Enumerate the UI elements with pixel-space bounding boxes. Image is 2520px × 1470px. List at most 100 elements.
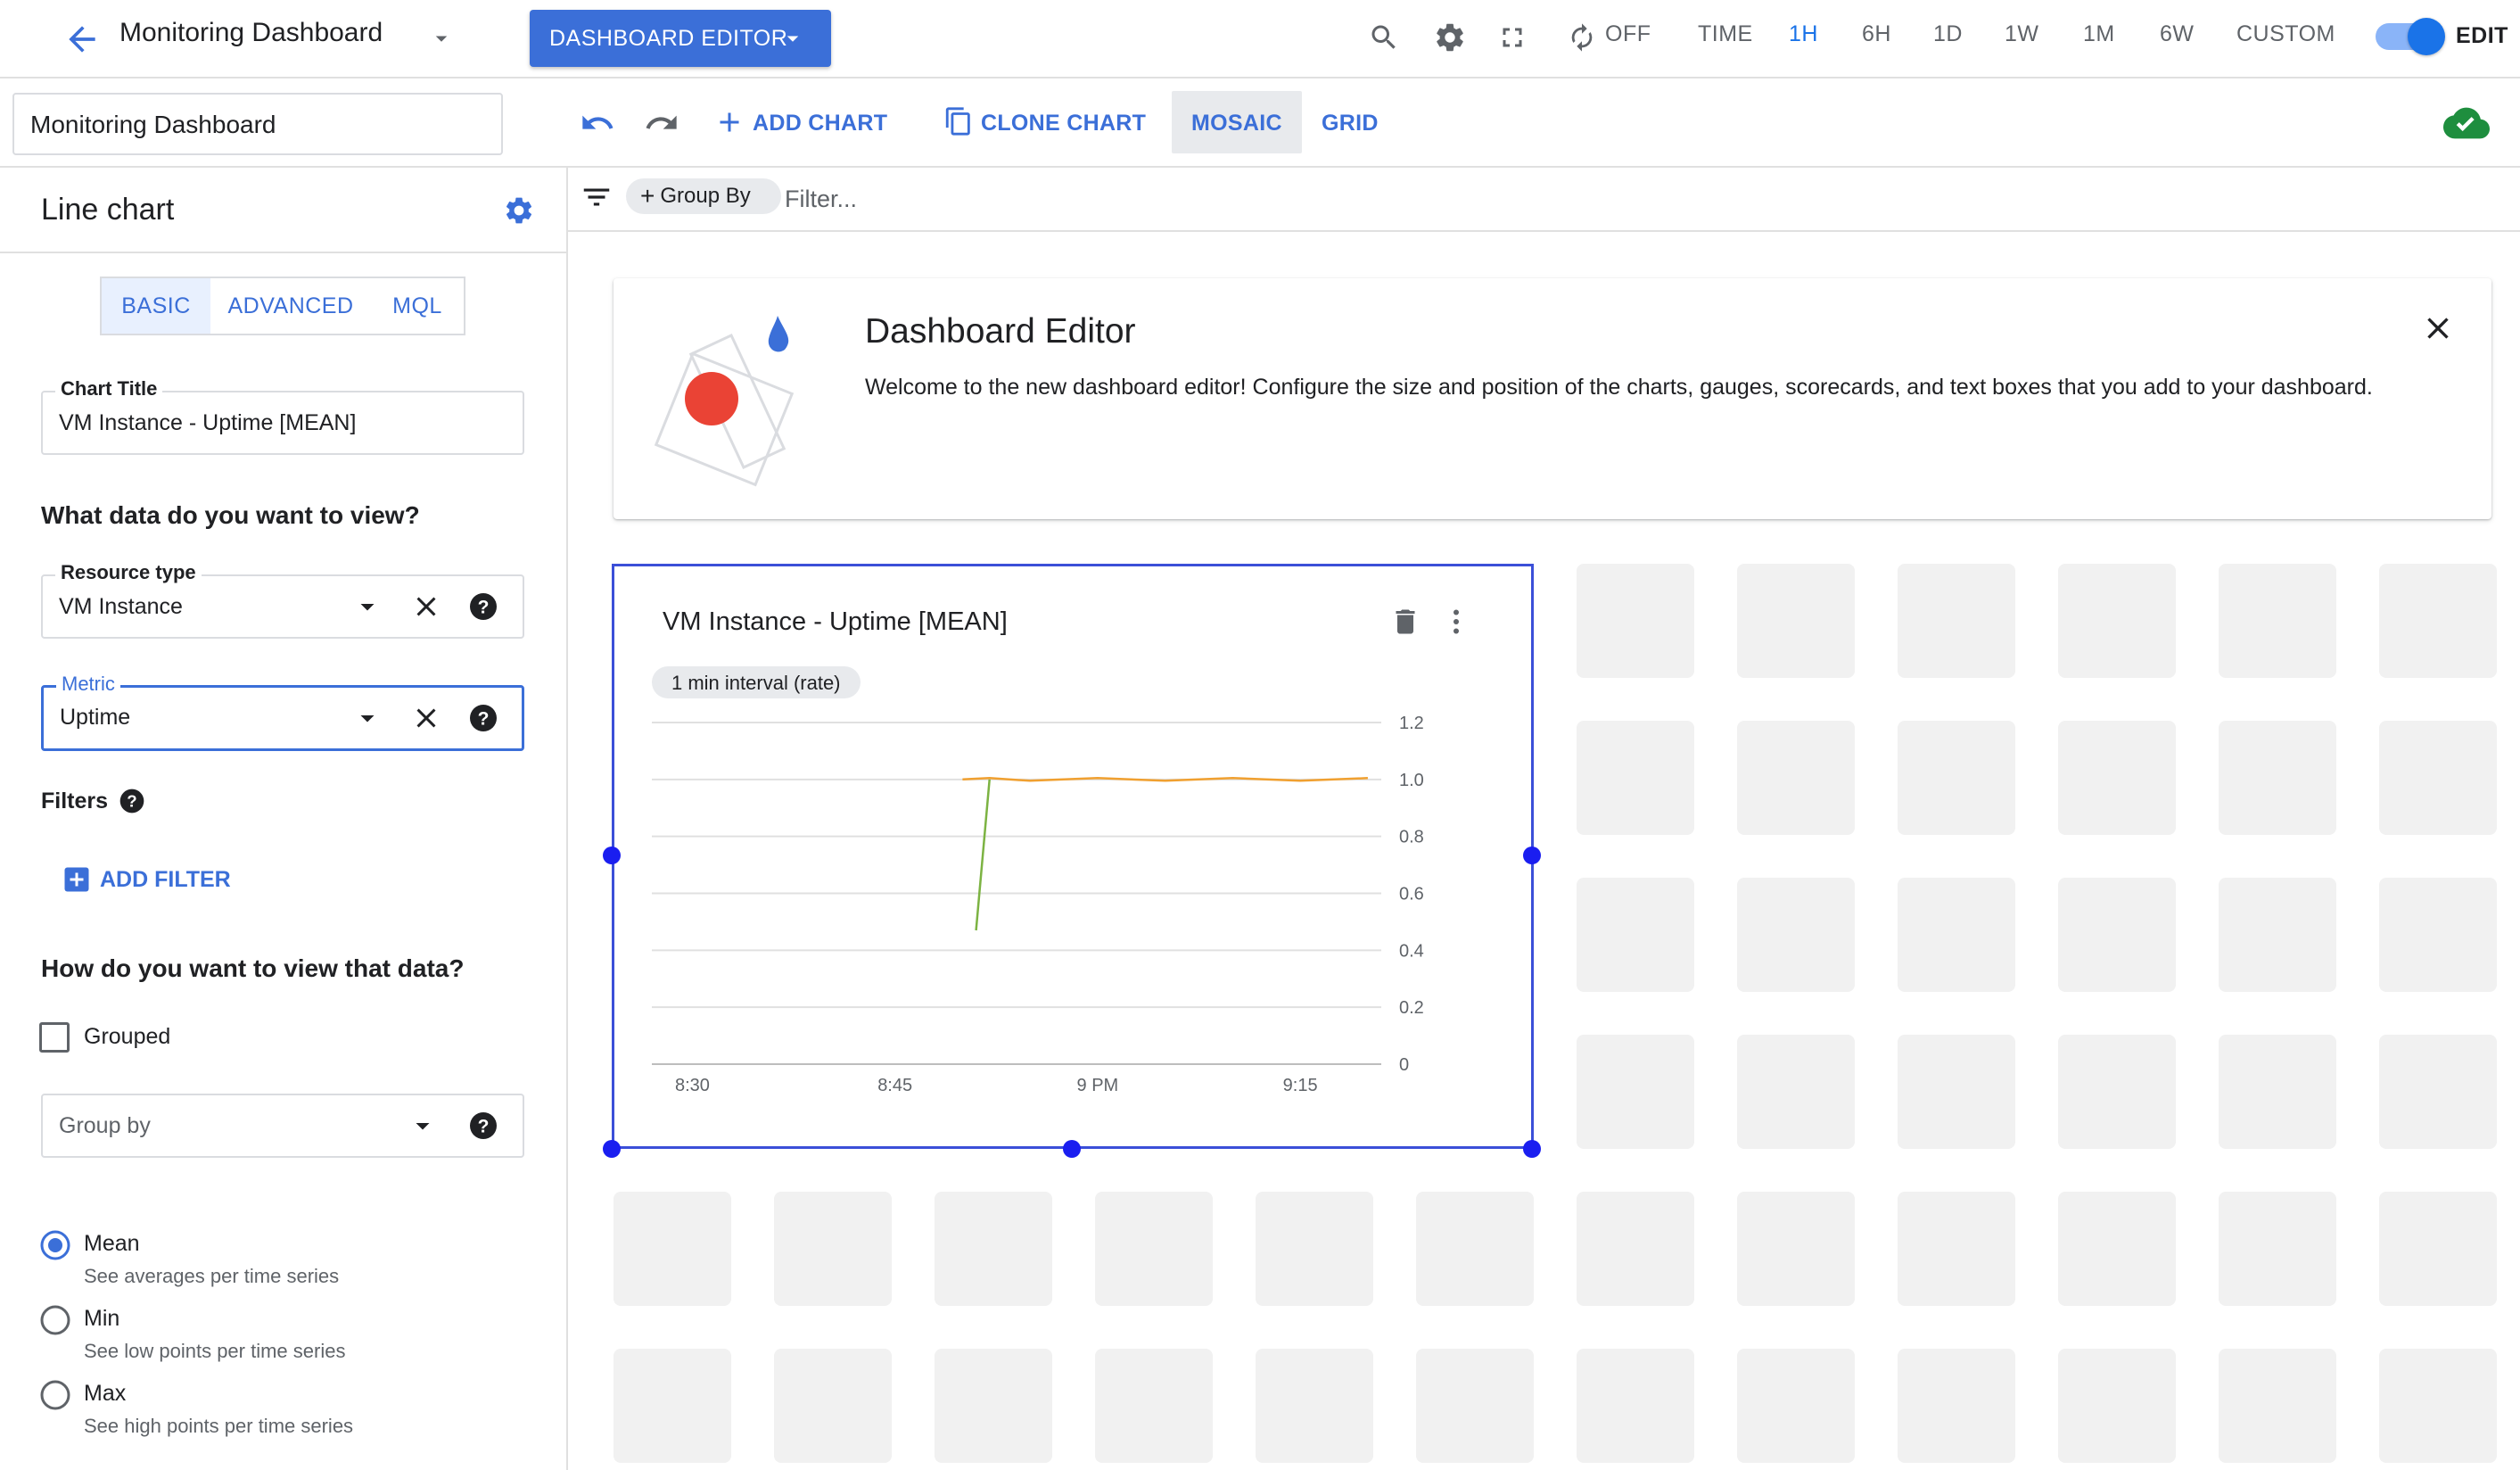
edit-toggle-knob[interactable] — [2408, 18, 2445, 55]
placeholder-tile[interactable] — [1577, 1349, 1694, 1463]
redo-icon[interactable] — [644, 105, 679, 141]
close-icon[interactable] — [2420, 310, 2456, 346]
placeholder-tile[interactable] — [1577, 564, 1694, 678]
dropdown-caret-icon[interactable] — [351, 590, 383, 623]
placeholder-tile[interactable] — [2219, 1035, 2336, 1149]
placeholder-tile[interactable] — [935, 1192, 1052, 1306]
search-icon[interactable] — [1366, 20, 1402, 55]
placeholder-tile[interactable] — [2058, 1192, 2176, 1306]
placeholder-tile[interactable] — [1898, 1035, 2015, 1149]
clone-chart-button[interactable]: CLONE CHART — [981, 111, 1146, 136]
placeholder-tile[interactable] — [1577, 878, 1694, 992]
placeholder-tile[interactable] — [774, 1192, 892, 1306]
time-range-1d[interactable]: 1D — [1933, 21, 1963, 47]
clear-resource-icon[interactable] — [410, 590, 442, 623]
placeholder-tile[interactable] — [2058, 564, 2176, 678]
placeholder-tile[interactable] — [2379, 1349, 2497, 1463]
back-arrow-icon[interactable] — [62, 20, 102, 59]
filter-list-icon[interactable] — [580, 180, 614, 214]
tab-advanced[interactable]: ADVANCED — [210, 278, 371, 334]
placeholder-tile[interactable] — [614, 1349, 731, 1463]
time-range-6w[interactable]: 6W — [2160, 21, 2195, 47]
placeholder-tile[interactable] — [1256, 1192, 1373, 1306]
placeholder-tile[interactable] — [614, 1192, 731, 1306]
resize-handle-left[interactable] — [603, 846, 621, 864]
placeholder-tile[interactable] — [2379, 1192, 2497, 1306]
placeholder-tile[interactable] — [1737, 564, 1855, 678]
placeholder-tile[interactable] — [1095, 1192, 1213, 1306]
resize-handle-bottom-left[interactable] — [603, 1140, 621, 1158]
help-icon[interactable]: ? — [467, 1110, 499, 1142]
placeholder-tile[interactable] — [2379, 878, 2497, 992]
min-radio[interactable] — [39, 1304, 71, 1336]
placeholder-tile[interactable] — [1256, 1349, 1373, 1463]
add-chart-button[interactable]: ADD CHART — [753, 111, 887, 136]
filters-help-icon[interactable]: ? — [118, 787, 146, 815]
placeholder-tile[interactable] — [2219, 721, 2336, 835]
placeholder-tile[interactable] — [1898, 564, 2015, 678]
placeholder-tile[interactable] — [2058, 721, 2176, 835]
placeholder-tile[interactable] — [1095, 1349, 1213, 1463]
placeholder-tile[interactable] — [1898, 1192, 2015, 1306]
dashboard-editor-button[interactable]: DASHBOARD EDITOR — [530, 10, 831, 67]
placeholder-tile[interactable] — [2219, 564, 2336, 678]
placeholder-tile[interactable] — [2058, 878, 2176, 992]
help-icon[interactable]: ? — [467, 590, 499, 623]
panel-settings-icon[interactable] — [503, 194, 535, 227]
placeholder-tile[interactable] — [2379, 564, 2497, 678]
dashboard-menu-chevron-icon[interactable] — [428, 25, 455, 52]
placeholder-tile[interactable] — [2058, 1349, 2176, 1463]
settings-gear-icon[interactable] — [1432, 20, 1468, 55]
time-range-1h[interactable]: 1H — [1789, 21, 1818, 47]
fullscreen-icon[interactable] — [1495, 20, 1530, 55]
dropdown-caret-icon[interactable] — [407, 1110, 439, 1142]
placeholder-tile[interactable] — [2379, 1035, 2497, 1149]
dashboard-name-input[interactable]: Monitoring Dashboard — [12, 93, 503, 155]
tab-basic[interactable]: BASIC — [102, 278, 210, 334]
placeholder-tile[interactable] — [1737, 878, 1855, 992]
mean-radio[interactable] — [39, 1229, 71, 1261]
undo-icon[interactable] — [580, 105, 615, 141]
placeholder-tile[interactable] — [1416, 1349, 1534, 1463]
placeholder-tile[interactable] — [1577, 1192, 1694, 1306]
placeholder-tile[interactable] — [1737, 1192, 1855, 1306]
mosaic-layout-button[interactable]: MOSAIC — [1191, 111, 1282, 136]
chart-title-field[interactable]: Chart Title VM Instance - Uptime [MEAN] — [41, 377, 524, 455]
resource-type-select[interactable]: Resource type VM Instance ? — [41, 561, 524, 639]
max-radio[interactable] — [39, 1379, 71, 1411]
auto-refresh-off-label[interactable]: OFF — [1605, 21, 1651, 47]
grouped-checkbox[interactable] — [39, 1022, 70, 1053]
placeholder-tile[interactable] — [1416, 1192, 1534, 1306]
add-filter-button[interactable]: ADD FILTER — [100, 867, 231, 893]
time-range-1m[interactable]: 1M — [2083, 21, 2115, 47]
placeholder-tile[interactable] — [1898, 1349, 2015, 1463]
placeholder-tile[interactable] — [2219, 1349, 2336, 1463]
placeholder-tile[interactable] — [935, 1349, 1052, 1463]
placeholder-tile[interactable] — [1898, 721, 2015, 835]
placeholder-tile[interactable] — [2058, 1035, 2176, 1149]
clear-metric-icon[interactable] — [410, 702, 442, 734]
placeholder-tile[interactable] — [2379, 721, 2497, 835]
auto-refresh-icon[interactable] — [1564, 20, 1600, 55]
selected-chart-card[interactable]: VM Instance - Uptime [MEAN] 1 min interv… — [612, 564, 1534, 1149]
group-by-select[interactable]: Group by ? — [41, 1094, 524, 1158]
placeholder-tile[interactable] — [1737, 721, 1855, 835]
placeholder-tile[interactable] — [774, 1349, 892, 1463]
resize-handle-bottom[interactable] — [1063, 1140, 1081, 1158]
grid-layout-button[interactable]: GRID — [1322, 111, 1379, 136]
time-range-6h[interactable]: 6H — [1862, 21, 1891, 47]
placeholder-tile[interactable] — [1737, 1035, 1855, 1149]
placeholder-tile[interactable] — [2219, 878, 2336, 992]
time-range-1w[interactable]: 1W — [2005, 21, 2039, 47]
dropdown-caret-icon[interactable] — [351, 702, 383, 734]
resize-handle-bottom-right[interactable] — [1523, 1140, 1541, 1158]
filter-input[interactable]: Filter... — [785, 186, 857, 213]
placeholder-tile[interactable] — [1577, 721, 1694, 835]
metric-select[interactable]: Metric Uptime ? — [41, 673, 524, 751]
group-by-chip[interactable]: + Group By — [626, 178, 781, 214]
time-range-custom[interactable]: CUSTOM — [2236, 21, 2335, 47]
placeholder-tile[interactable] — [2219, 1192, 2336, 1306]
resize-handle-right[interactable] — [1523, 846, 1541, 864]
placeholder-tile[interactable] — [1737, 1349, 1855, 1463]
placeholder-tile[interactable] — [1898, 878, 2015, 992]
